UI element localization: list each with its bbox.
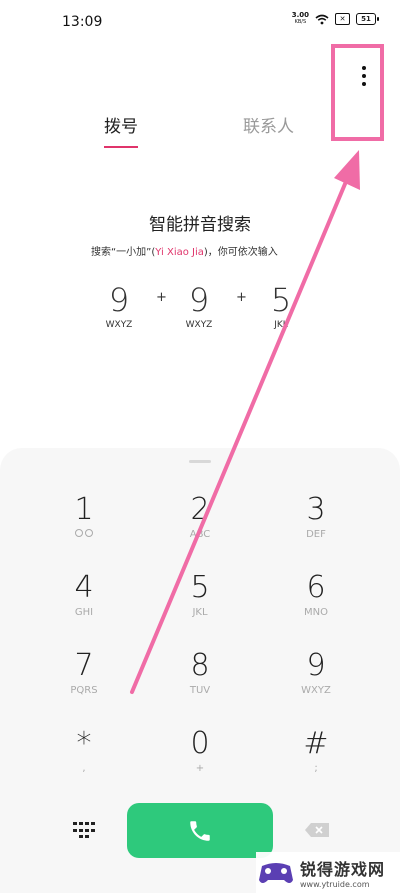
example-key: 5 JKL (256, 280, 306, 330)
key-digit: # (303, 726, 329, 761)
key-9[interactable]: 9 WXYZ (276, 648, 356, 708)
hint-desc-prefix: 搜索“一小加”( (91, 247, 156, 258)
watermark: 锐得游戏网 www.ytruide.com (256, 852, 400, 893)
tab-contacts[interactable]: 联系人 (243, 112, 294, 137)
battery-icon: 51 (356, 13, 379, 25)
key-digit: 0 (190, 726, 210, 761)
network-speed-unit: KB/S (294, 19, 307, 25)
key-digit: 7 (74, 648, 94, 683)
example-key-digit: 9 (188, 281, 210, 319)
key-6[interactable]: 6 MNO (276, 570, 356, 630)
sim-icon: ✕ (335, 13, 350, 25)
key-1[interactable]: 1 (44, 492, 124, 552)
drag-handle[interactable] (189, 460, 211, 463)
example-plus: + (236, 290, 247, 305)
key-star[interactable]: * , (44, 726, 124, 786)
backspace-icon[interactable] (305, 823, 329, 837)
network-speed-value: 3.00 (291, 11, 309, 19)
watermark-url: www.ytruide.com (300, 880, 370, 889)
key-sub: TUV (189, 685, 211, 696)
key-digit: 4 (74, 570, 94, 605)
key-3[interactable]: 3 DEF (276, 492, 356, 552)
wifi-icon (315, 14, 329, 24)
example-key: 9 WXYZ (174, 280, 224, 330)
more-vertical-icon-dot (362, 74, 366, 78)
hint-desc-pinyin: Yi Xiao Jia (155, 247, 204, 258)
gamepad-logo-icon (259, 862, 293, 883)
tab-dial[interactable]: 拨号 (104, 112, 138, 137)
voicemail-icon (75, 529, 93, 537)
key-5[interactable]: 5 JKL (160, 570, 240, 630)
key-sub: WXYZ (301, 685, 331, 696)
key-sub: , (82, 763, 86, 774)
watermark-title: 锐得游戏网 (300, 860, 386, 879)
key-sub: ; (314, 763, 318, 774)
key-sub: PQRS (70, 685, 98, 696)
key-digit: * (76, 726, 92, 761)
status-time: 13:09 (62, 14, 103, 30)
key-sub: + (195, 763, 205, 774)
key-sub: ABC (189, 529, 211, 540)
hint-desc-suffix: )，你可依次输入 (203, 247, 278, 258)
key-0[interactable]: 0 + (160, 726, 240, 786)
example-plus: + (156, 290, 167, 305)
key-digit: 3 (306, 492, 326, 527)
key-digit: 9 (306, 648, 326, 683)
key-hash[interactable]: # ; (276, 726, 356, 786)
key-sub: MNO (304, 607, 328, 618)
key-digit: 8 (190, 648, 210, 683)
hint-title: 智能拼音搜索 (149, 215, 251, 235)
key-2[interactable]: 2 ABC (160, 492, 240, 552)
more-options-button[interactable] (352, 58, 376, 94)
watermark-text: 锐得游戏网 www.ytruide.com (300, 856, 385, 889)
example-key-digit: 5 (270, 281, 292, 319)
key-sub: DEF (306, 529, 326, 540)
more-vertical-icon-dot (362, 82, 366, 86)
key-sub: JKL (192, 607, 208, 618)
key-sub: GHI (74, 607, 94, 618)
key-digit: 2 (190, 492, 210, 527)
key-7[interactable]: 7 PQRS (44, 648, 124, 708)
key-8[interactable]: 8 TUV (160, 648, 240, 708)
network-speed: 3.00 KB/S (292, 12, 309, 26)
example-key-letters: JKL (274, 320, 288, 330)
key-4[interactable]: 4 GHI (44, 570, 124, 630)
more-vertical-icon (362, 66, 366, 70)
example-key-digit: 9 (108, 281, 130, 319)
key-digit: 6 (306, 570, 326, 605)
status-bar: 13:09 3.00 KB/S ✕ 51 (0, 0, 400, 44)
dialpad-grid-icon[interactable] (72, 822, 96, 840)
hint-description: 搜索“一小加”(Yi Xiao Jia)，你可依次输入 (91, 243, 278, 258)
call-button[interactable] (127, 803, 273, 858)
key-digit: 1 (74, 492, 94, 527)
key-sub (44, 528, 124, 542)
status-icons: 3.00 KB/S ✕ 51 (292, 12, 379, 26)
example-key-letters: WXYZ (105, 320, 133, 330)
example-key: 9 WXYZ (94, 280, 144, 330)
active-tab-indicator (104, 146, 138, 148)
example-key-sequence: 9 WXYZ + 9 WXYZ + 5 JKL (0, 280, 400, 340)
tab-bar: 拨号 联系人 (0, 112, 400, 152)
phone-icon (190, 820, 210, 841)
example-key-letters: WXYZ (185, 320, 213, 330)
key-digit: 5 (190, 570, 210, 605)
